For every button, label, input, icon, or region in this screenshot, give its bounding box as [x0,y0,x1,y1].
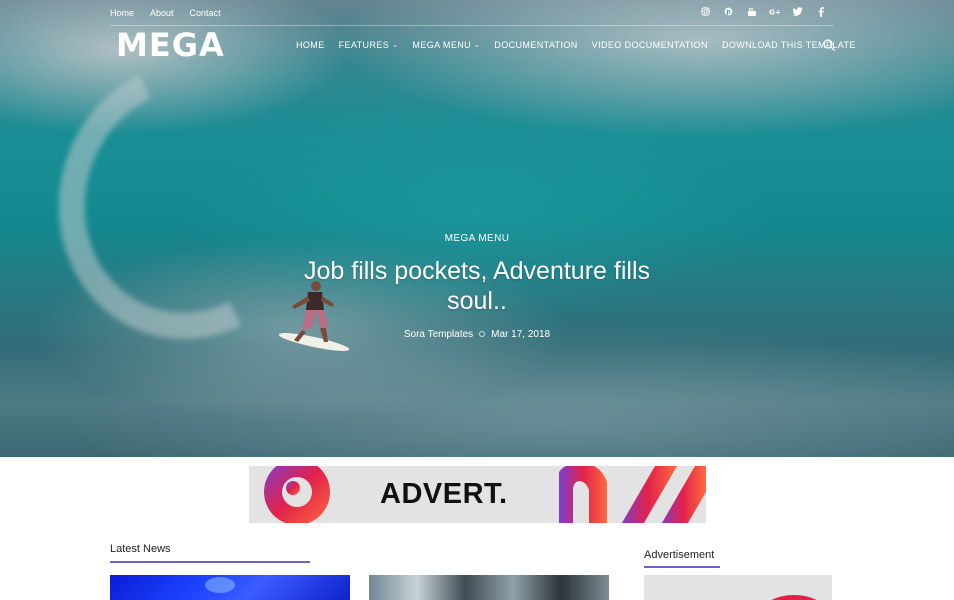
sidebar-advertisement-title: Advertisement [644,549,715,561]
site-logo[interactable]: MEGA [116,26,225,64]
hero-date: Mar 17, 2018 [491,329,551,340]
top-link-about[interactable]: About [150,8,174,18]
advert-banner[interactable]: ADVERT. [249,466,706,523]
hero-meta: Sora Templates Mar 17, 2018 [0,329,954,340]
top-bar: Home About Contact p G+ [110,0,834,26]
twitter-icon[interactable] [792,6,803,17]
top-link-contact[interactable]: Contact [190,8,221,18]
hero-title[interactable]: Job fills pockets, Adventure fills soul.… [277,256,677,316]
hero-category[interactable]: MEGA MENU [0,233,954,244]
nav-home-label: HOME [296,40,325,50]
instagram-icon[interactable] [700,6,711,17]
hero-overlay [0,0,954,457]
nav-documentation[interactable]: DOCUMENTATION [494,40,577,50]
latest-news-underline [110,561,310,563]
top-link-home[interactable]: Home [110,8,134,18]
nav-home[interactable]: HOME [296,40,325,50]
nav-mega-menu[interactable]: MEGA MENU ⌄ [412,40,480,50]
top-links: Home About Contact [110,8,221,18]
svg-text:G+: G+ [769,8,780,16]
nav-video-documentation[interactable]: VIDEO DOCUMENTATION [592,40,708,50]
hero-banner[interactable]: Home About Contact p G+ MEGA HOME FEATUR… [0,0,954,457]
advert-logo-left [264,466,330,523]
nav-documentation-label: DOCUMENTATION [494,40,578,50]
youtube-icon[interactable] [746,6,757,17]
hero-author[interactable]: Sora Templates [404,329,473,340]
clock-icon [479,331,486,337]
svg-text:p: p [726,10,730,16]
nav-features-label: FEATURES [338,40,390,50]
chevron-down-icon: ⌄ [474,42,481,49]
latest-news-title: Latest News [110,543,171,555]
advert-logo-right [559,466,706,523]
advert-text: ADVERT. [380,478,508,510]
search-icon[interactable] [822,38,836,52]
nav-video-documentation-label: VIDEO DOCUMENTATION [591,40,708,50]
google-plus-icon[interactable]: G+ [769,6,780,17]
chevron-down-icon: ⌄ [392,42,399,49]
facebook-icon[interactable] [815,6,826,17]
social-icons: p G+ [700,6,826,17]
post-thumbnail[interactable] [369,575,609,600]
nav-features[interactable]: FEATURES ⌄ [339,40,399,50]
main-nav: HOME FEATURES ⌄ MEGA MENU ⌄ DOCUMENTATION … [296,40,856,50]
sidebar-ad[interactable] [644,575,832,600]
sidebar-advertisement-underline [644,566,720,568]
post-thumbnail[interactable] [110,575,350,600]
nav-mega-menu-label: MEGA MENU [412,40,472,50]
pinterest-icon[interactable]: p [723,6,734,17]
